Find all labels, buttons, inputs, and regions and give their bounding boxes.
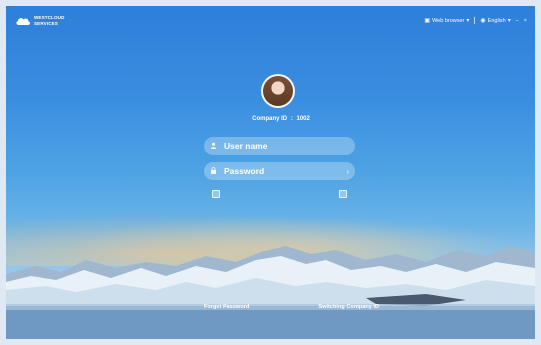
globe-icon: ◉: [480, 17, 486, 24]
password-field[interactable]: ›: [204, 162, 355, 180]
language-selector[interactable]: ◉ English ▾: [480, 18, 510, 24]
avatar[interactable]: [261, 74, 295, 108]
close-icon: ×: [523, 17, 527, 24]
logo-line-2: SERVICES: [34, 21, 58, 26]
close-button[interactable]: ×: [524, 18, 527, 24]
company-id-value: 1002: [296, 116, 310, 122]
arrow-right-icon[interactable]: ›: [346, 167, 349, 176]
minimize-button[interactable]: –: [516, 18, 519, 24]
titlebar-controls: ▣ Web browser ▾ ◉ English ▾ – ×: [424, 17, 527, 24]
lock-icon: [210, 166, 220, 176]
remember-password-checkbox[interactable]: [212, 190, 220, 198]
logo-text: WESTCLOUD SERVICES: [34, 15, 65, 27]
forgot-password-link[interactable]: Forget Password: [204, 304, 249, 310]
monitor-icon: ▣: [424, 17, 431, 24]
chevron-down-icon: ▾: [507, 17, 511, 24]
title-bar: WESTCLOUD SERVICES ▣ Web browser ▾ ◉ Eng…: [6, 6, 535, 36]
user-icon: [210, 142, 220, 151]
username-input[interactable]: [220, 141, 334, 151]
auto-login-checkbox[interactable]: [339, 190, 347, 198]
cloud-logo-icon: [16, 18, 30, 25]
company-id-label: Company ID: [252, 116, 288, 122]
chevron-down-icon: ▾: [466, 17, 470, 24]
mountain-background: [6, 246, 535, 339]
language-label: English: [487, 17, 506, 24]
titlebar-divider: [474, 17, 476, 24]
company-id-row: Company ID : 1002: [252, 116, 310, 122]
network-label: Web browser: [432, 17, 465, 24]
minimize-icon: –: [515, 17, 519, 24]
username-field[interactable]: [204, 137, 355, 155]
app-logo: WESTCLOUD SERVICES: [15, 15, 65, 27]
login-window: WESTCLOUD SERVICES ▣ Web browser ▾ ◉ Eng…: [6, 6, 535, 339]
switch-company-link[interactable]: Switching Company ID: [318, 304, 379, 310]
password-input[interactable]: [220, 166, 334, 176]
login-options: [212, 190, 347, 198]
network-selector[interactable]: ▣ Web browser ▾: [424, 18, 469, 24]
footer-links: Forget Password Switching Company ID: [204, 304, 379, 310]
